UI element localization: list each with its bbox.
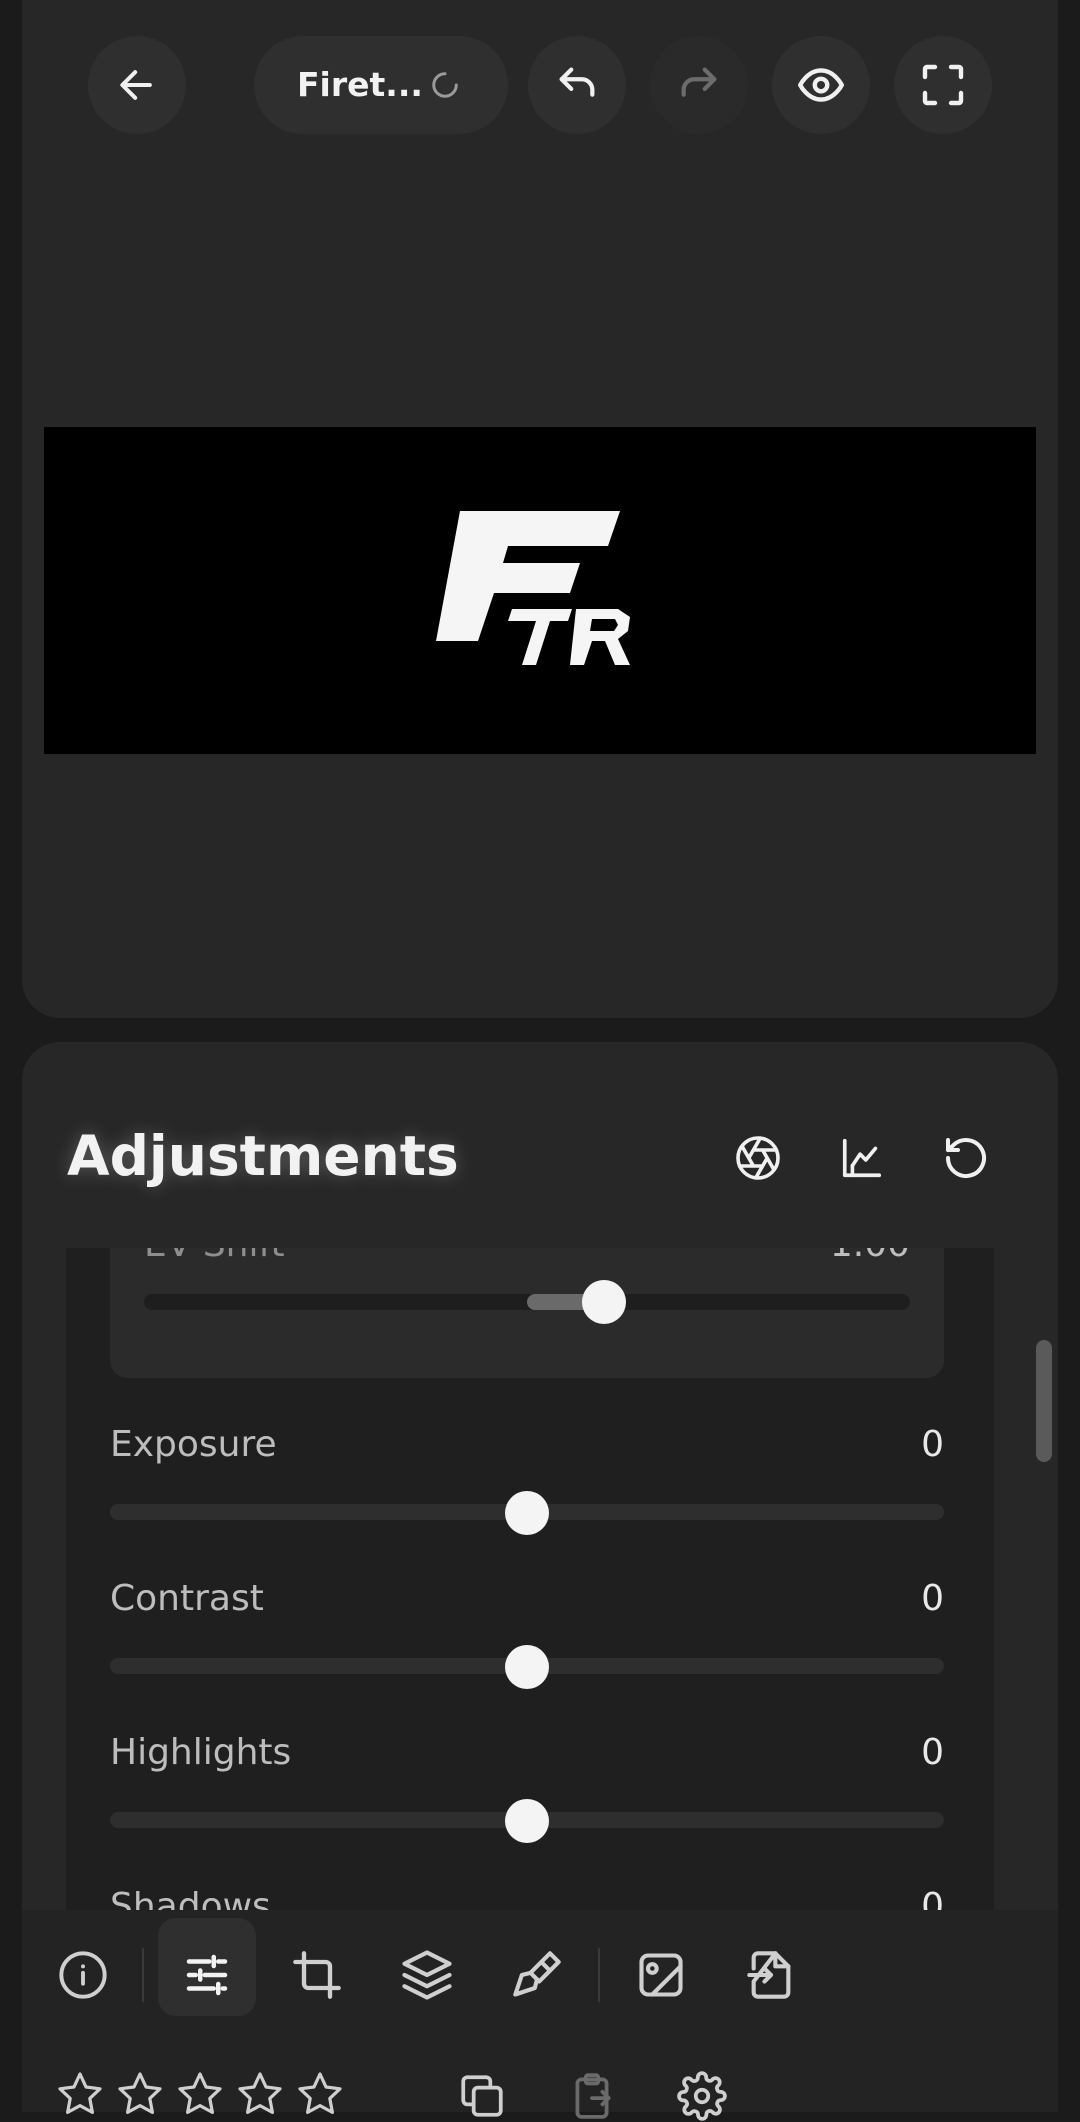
redo-icon [681, 67, 717, 97]
tab-mask[interactable] [626, 1940, 696, 2010]
adjustments-icon [186, 1954, 228, 1996]
redo-button[interactable] [650, 36, 748, 134]
export-icon [747, 1951, 791, 1999]
highlights-value: 0 [921, 1732, 944, 1773]
loading-spinner-icon [432, 72, 458, 98]
star-1-icon[interactable] [56, 2070, 104, 2118]
settings-icon [677, 2071, 727, 2121]
exposure-slider[interactable]: Exposure 0 [110, 1424, 944, 1564]
back-button[interactable] [88, 36, 186, 134]
mask-icon [639, 1953, 683, 1997]
toolbar-divider [598, 1948, 600, 2002]
reset-icon [946, 1138, 986, 1179]
exposure-thumb[interactable] [505, 1491, 549, 1535]
reset-button[interactable] [938, 1130, 994, 1186]
file-title: Firet... [297, 65, 423, 104]
copy-icon [461, 2075, 503, 2117]
ftr-logo [436, 510, 630, 665]
scrollbar[interactable] [1036, 1340, 1052, 1462]
histogram-button[interactable] [834, 1130, 890, 1186]
tab-adjustments[interactable] [172, 1940, 242, 2010]
crop-icon [293, 1951, 341, 1999]
fullscreen-icon [922, 64, 964, 106]
highlights-slider[interactable]: Highlights 0 [110, 1732, 944, 1872]
ev-shift-track[interactable] [144, 1294, 910, 1310]
ev-shift-value: 1.00 [830, 1248, 910, 1265]
highlights-label: Highlights [110, 1732, 292, 1773]
ev-shift-thumb[interactable] [581, 1280, 626, 1324]
exposure-label: Exposure [110, 1424, 277, 1465]
preview-card: Firet... [22, 0, 1058, 1018]
bottom-toolbar [22, 1910, 1058, 2121]
copy-button[interactable] [456, 2070, 508, 2122]
star-2-icon[interactable] [116, 2070, 164, 2118]
ev-shift-card: EV Shift 1.00 [110, 1248, 944, 1378]
fullscreen-button[interactable] [894, 36, 992, 134]
star-4-icon[interactable] [236, 2070, 284, 2118]
panel-title: Adjustments [67, 1124, 459, 1188]
brush-icon [513, 1951, 561, 1997]
paste-button[interactable] [566, 2070, 618, 2122]
highlights-thumb[interactable] [505, 1799, 549, 1843]
eye-icon [797, 68, 845, 102]
tab-crop[interactable] [282, 1940, 352, 2010]
photo-preview[interactable] [44, 427, 1036, 754]
toolbar-divider [142, 1948, 144, 2002]
contrast-slider[interactable]: Contrast 0 [110, 1578, 944, 1718]
paste-icon [575, 2073, 611, 2119]
ev-shift-slider[interactable]: EV Shift 1.00 [144, 1248, 910, 1364]
file-title-pill[interactable]: Firet... [254, 36, 508, 134]
tab-info[interactable] [48, 1940, 118, 2010]
contrast-label: Contrast [110, 1578, 264, 1619]
aperture-button[interactable] [730, 1130, 786, 1186]
undo-button[interactable] [528, 36, 626, 134]
undo-icon [559, 67, 595, 97]
adjustments-scroll-area[interactable]: EV Shift 1.00 Exposure 0 Contrast 0 High… [66, 1248, 994, 1951]
exposure-value: 0 [921, 1424, 944, 1465]
preview-toggle-button[interactable] [772, 36, 870, 134]
histogram-icon [842, 1138, 882, 1178]
star-5-icon[interactable] [296, 2070, 344, 2118]
contrast-value: 0 [921, 1578, 944, 1619]
settings-button[interactable] [676, 2070, 728, 2122]
star-3-icon[interactable] [176, 2070, 224, 2118]
contrast-thumb[interactable] [505, 1645, 549, 1689]
arrow-left-icon [120, 70, 152, 100]
tab-layers[interactable] [392, 1940, 462, 2010]
ev-shift-label: EV Shift [144, 1248, 285, 1265]
tab-brush[interactable] [502, 1940, 572, 2010]
layers-icon [402, 1950, 452, 2000]
info-icon [59, 1951, 107, 1999]
aperture-icon [736, 1136, 780, 1180]
tab-export[interactable] [736, 1940, 806, 2010]
